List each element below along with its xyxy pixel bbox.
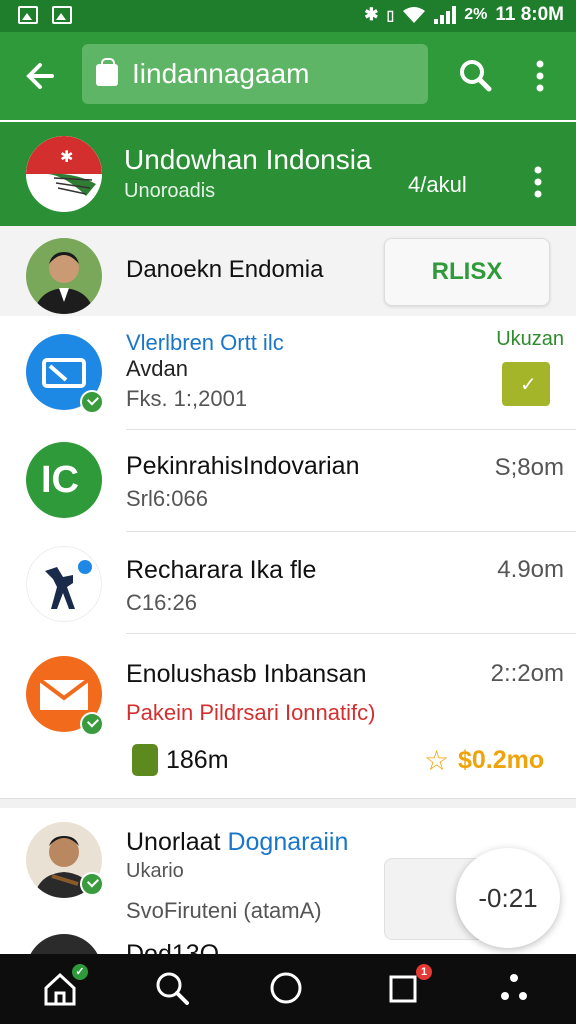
signal-icon: [434, 6, 457, 24]
channel-count: 4/akul: [408, 172, 467, 197]
back-arrow-icon[interactable]: [20, 56, 60, 96]
chat-row[interactable]: IC PekinrahisIndovarian Srl6:066 S;8om: [0, 430, 576, 532]
pinned-contact[interactable]: Danoekn Endomia RLISX: [0, 226, 576, 316]
chat-title: Vlerlbren Ortt ilc: [126, 330, 284, 355]
chat-sender: Avdan: [126, 356, 188, 381]
pinned-action-button[interactable]: RLISX: [384, 238, 550, 306]
chat-row[interactable]: Recharara Ika fle C16:26 4.9om: [0, 532, 576, 634]
clock: 11 8:0M: [495, 4, 564, 25]
more-menu-icon[interactable]: [494, 968, 534, 1008]
section-separator: [0, 798, 576, 808]
ic-app-icon: IC: [26, 442, 102, 518]
chat-time: S;8om: [494, 454, 564, 481]
chat-title: Dod13O: [126, 940, 220, 954]
statue-icon: [26, 546, 102, 622]
battery-level: 2%: [464, 6, 488, 23]
chat-preview: Srl6:066: [126, 486, 208, 511]
avatar: [26, 238, 102, 314]
chats-badge: 1: [416, 964, 432, 980]
channel-more-icon[interactable]: [526, 162, 550, 202]
app-bar: Iindannagaam: [0, 32, 576, 120]
verified-icon: [80, 390, 104, 414]
chat-title: Unorlaat Dognaraiin: [126, 828, 349, 856]
gallery-notification-icon: [52, 6, 72, 24]
more-options-icon[interactable]: [528, 56, 552, 96]
home-badge: ✓: [72, 964, 88, 980]
channel-subtitle: Unoroadis: [124, 180, 216, 202]
image-notification-icon: [18, 6, 38, 24]
vibrate-icon: ▯: [386, 6, 395, 23]
channel-title: Undowhan Indonsia: [124, 144, 372, 175]
floating-timer-button[interactable]: -0:21: [456, 848, 560, 948]
pinned-contact-name: Danoekn Endomia: [126, 256, 324, 283]
chat-title: Recharara Ika fle: [126, 556, 317, 584]
chat-meta: 186m: [166, 746, 229, 774]
avatar: [26, 934, 102, 954]
chat-row[interactable]: Vlerlbren Ortt ilc Avdan Fks. 1:,2001 Uk…: [0, 316, 576, 430]
video-badge-icon: ✓: [502, 362, 550, 406]
channel-logo: ✱: [26, 136, 102, 212]
chat-preview: SvoFiruteni (atamA): [126, 898, 322, 923]
status-bar: ✱ ▯ 2% 11 8:0M: [0, 0, 576, 32]
search-icon[interactable]: [456, 56, 494, 94]
chat-title: PekinrahisIndovarian: [126, 452, 360, 480]
search-input[interactable]: Iindannagaam: [82, 44, 428, 104]
svg-text:✱: ✱: [60, 147, 73, 166]
chat-sender: Ukario: [126, 860, 184, 882]
verified-icon: [80, 712, 104, 736]
bluetooth-icon: ✱: [364, 5, 379, 24]
bottom-nav: ✓ 1: [0, 954, 576, 1024]
home-circle-icon[interactable]: [266, 968, 306, 1008]
verified-icon: [80, 872, 104, 896]
wifi-icon: [403, 7, 426, 23]
search-icon[interactable]: [152, 968, 192, 1008]
chat-time: Ukuzan: [496, 328, 564, 350]
chat-preview: Pakein Pildrsari Ionnatifc): [126, 700, 376, 725]
star-icon: ☆: [424, 745, 450, 776]
chat-row[interactable]: Enolushasb Inbansan Pakein Pildrsari Ion…: [0, 634, 576, 800]
shopping-bag-icon: [96, 58, 118, 86]
chat-price: $0.2mo: [458, 746, 545, 774]
search-query: Iindannagaam: [132, 58, 310, 89]
chat-time: 2::2om: [490, 660, 564, 687]
chat-title: Enolushasb Inbansan: [126, 660, 367, 688]
channel-header[interactable]: ✱ Undowhan Indonsia Unoroadis 4/akul: [0, 122, 576, 226]
bottle-icon: [132, 744, 158, 776]
chat-time: 4.9om: [497, 556, 564, 583]
chat-preview: Fks. 1:,2001: [126, 386, 248, 411]
chat-preview: C16:26: [126, 590, 197, 615]
